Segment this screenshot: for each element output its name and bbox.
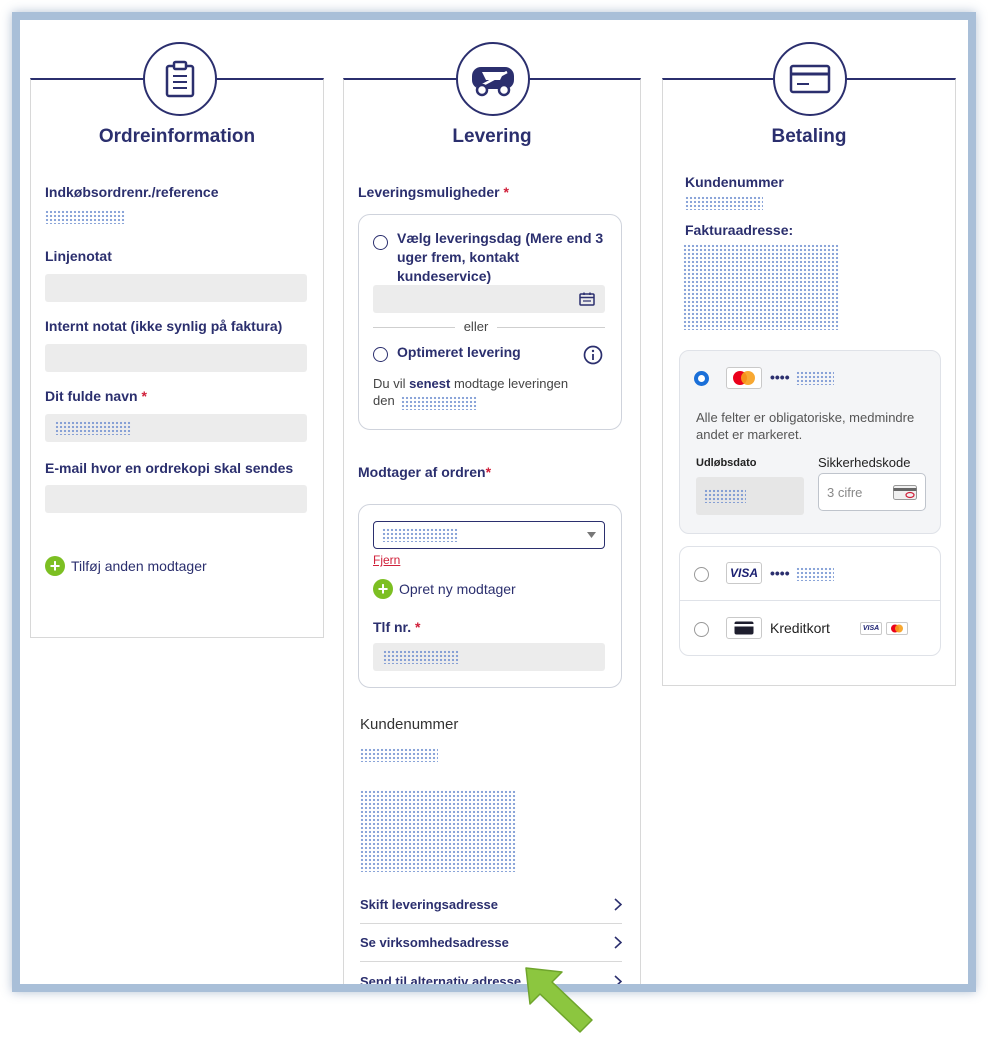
full-name-field[interactable] xyxy=(45,414,307,442)
line-note-label: Linjenotat xyxy=(45,248,112,264)
latest-delivery-date xyxy=(401,396,477,410)
customer-number-value xyxy=(360,748,438,762)
saved-mastercard-option[interactable]: •••• Alle felter er obligatoriske, medmi… xyxy=(679,350,941,534)
payment-customer-number-label: Kundenummer xyxy=(685,174,784,190)
clipboard-icon xyxy=(143,42,217,116)
company-address-link[interactable]: Se virksomhedsadresse xyxy=(360,924,622,962)
delivery-title: Levering xyxy=(452,126,532,147)
full-name-label: Dit fulde navn * xyxy=(45,388,147,404)
line-note-field[interactable] xyxy=(45,274,307,302)
new-recipient-link[interactable]: + Opret ny modtager xyxy=(373,579,516,599)
remove-recipient-link[interactable]: Fjern xyxy=(373,553,400,567)
new-recipient-label: Opret ny modtager xyxy=(399,581,516,597)
customer-number-label: Kundenummer xyxy=(360,716,459,733)
visa-logo-icon: VISA xyxy=(726,562,762,584)
credit-card-label: Kreditkort xyxy=(770,620,830,636)
card-last-digits xyxy=(796,371,834,385)
recipient-value xyxy=(382,528,458,542)
delivery-options-box: Vælg leveringsdag (Mere end 3 uger frem,… xyxy=(358,214,622,430)
divider-text: eller xyxy=(455,319,497,334)
delivery-date-field[interactable] xyxy=(373,285,605,313)
delivery-van-icon xyxy=(456,42,530,116)
delivery-day-radio[interactable] xyxy=(373,235,388,250)
visa-radio[interactable] xyxy=(694,567,709,582)
info-icon[interactable] xyxy=(583,345,603,365)
other-payment-options: VISA •••• Kreditkort VISA xyxy=(679,546,941,656)
chevron-right-icon xyxy=(614,898,622,911)
alternative-address-label: Send til alternativ adresse xyxy=(360,973,522,989)
plus-icon: + xyxy=(373,579,393,599)
order-info-panel: Ordreinformation Indkøbsordrenr./referen… xyxy=(30,42,324,638)
chevron-down-icon xyxy=(587,532,596,538)
delivery-address-value xyxy=(360,790,516,872)
phone-label: Tlf nr. * xyxy=(373,619,421,635)
payment-panel: Betaling Kundenummer Fakturaadresse: •••… xyxy=(662,42,956,686)
credit-card-option[interactable]: Kreditkort VISA xyxy=(680,602,940,656)
annotation-arrow-icon xyxy=(525,967,593,1033)
cvc-field[interactable]: 3 cifre xyxy=(818,473,926,511)
visa-small-icon: VISA xyxy=(860,622,882,635)
add-recipient-link[interactable]: + Tilføj anden modtager xyxy=(45,556,207,576)
expiry-value xyxy=(704,489,746,503)
payment-customer-number-value xyxy=(685,196,763,210)
card-mask-dots: •••• xyxy=(770,369,790,385)
invoice-address-label: Fakturaadresse: xyxy=(685,222,794,238)
saved-visa-option[interactable]: VISA •••• xyxy=(680,547,940,601)
calendar-icon[interactable] xyxy=(579,292,595,306)
card-back-icon xyxy=(893,485,917,500)
credit-card-radio[interactable] xyxy=(694,622,709,637)
change-delivery-address-link[interactable]: Skift leveringsadresse xyxy=(360,886,622,924)
po-reference-label: Indkøbsordrenr./reference xyxy=(45,184,219,200)
cvc-label: Sikkerhedskode xyxy=(818,455,911,470)
chevron-right-icon xyxy=(614,936,622,949)
chevron-right-icon xyxy=(614,974,622,984)
full-name-value xyxy=(55,421,131,435)
expiry-label: Udløbsdato xyxy=(696,457,757,469)
phone-value xyxy=(383,650,459,664)
optimized-delivery-radio[interactable] xyxy=(373,347,388,362)
credit-card-icon xyxy=(773,42,847,116)
mastercard-logo-icon xyxy=(726,367,762,389)
order-info-title: Ordreinformation xyxy=(98,126,256,147)
optimized-delivery-label: Optimeret levering xyxy=(397,344,521,360)
payment-title: Betaling xyxy=(771,126,847,147)
cvc-placeholder: 3 cifre xyxy=(827,485,863,500)
mastercard-radio[interactable] xyxy=(694,371,709,386)
visa-last-digits xyxy=(796,567,834,581)
delivery-day-option-label: Vælg leveringsdag (Mere end 3 uger frem,… xyxy=(397,230,604,284)
email-copy-field[interactable] xyxy=(45,485,307,513)
recipient-select[interactable] xyxy=(373,521,605,549)
mandatory-note: Alle felter er obligatoriske, medmindre … xyxy=(696,410,915,442)
checkout-frame: Ordreinformation Indkøbsordrenr./referen… xyxy=(12,12,976,992)
phone-field[interactable] xyxy=(373,643,605,671)
change-delivery-address-label: Skift leveringsadresse xyxy=(360,897,499,912)
add-recipient-label: Tilføj anden modtager xyxy=(71,558,207,574)
delivery-options-label: Leveringsmuligheder * xyxy=(358,184,509,200)
generic-card-icon xyxy=(726,617,762,639)
recipient-box: Fjern + Opret ny modtager Tlf nr. * xyxy=(358,504,622,688)
email-copy-label: E-mail hvor en ordrekopi skal sendes xyxy=(45,460,294,476)
internal-note-label: Internt notat (ikke synlig på faktura) xyxy=(45,318,283,334)
invoice-address-value xyxy=(683,244,839,330)
visa-mask-dots: •••• xyxy=(770,565,790,581)
plus-icon: + xyxy=(45,556,65,576)
po-reference-value xyxy=(45,210,125,224)
mastercard-small-icon xyxy=(886,622,908,635)
delivery-panel: Levering Leveringsmuligheder * Vælg leve… xyxy=(343,42,641,989)
recipient-label: Modtager af ordren* xyxy=(358,464,492,480)
expiry-field[interactable] xyxy=(696,477,804,515)
internal-note-field[interactable] xyxy=(45,344,307,372)
company-address-label: Se virksomhedsadresse xyxy=(360,935,509,950)
